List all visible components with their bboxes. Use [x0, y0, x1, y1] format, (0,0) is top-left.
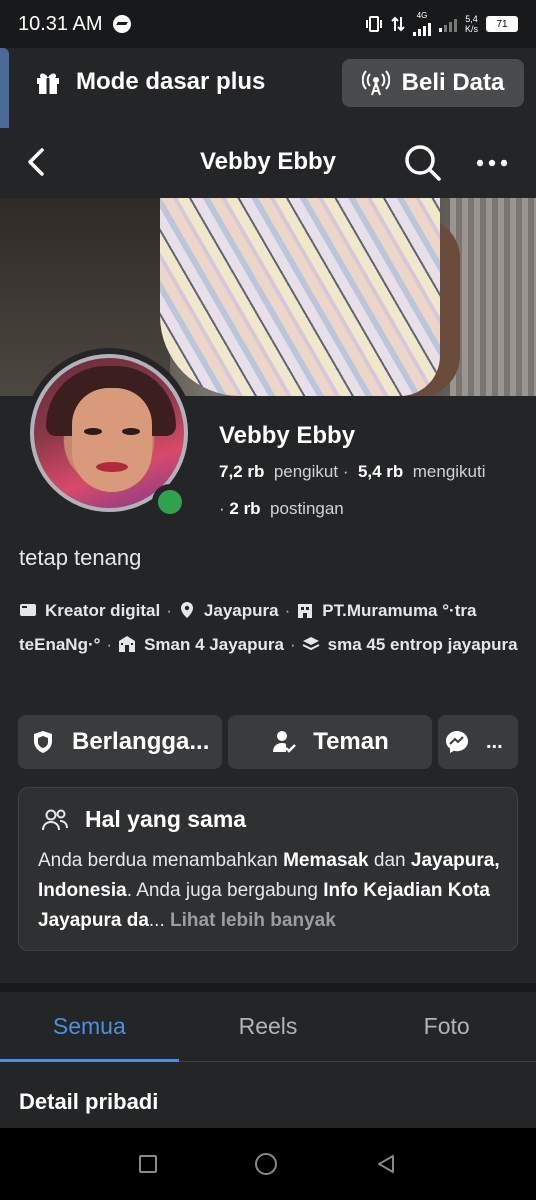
battery-icon: 71 [486, 16, 518, 32]
message-label: ... [486, 730, 503, 753]
mode-accent [0, 48, 9, 136]
cover-shirt [160, 198, 440, 396]
shield-icon [34, 731, 52, 753]
buy-data-label: Beli Data [401, 69, 505, 96]
following-count[interactable]: 5,4 rb [358, 462, 403, 481]
card-text: Anda berdua menambahkan [38, 850, 284, 871]
card-interest-1: Memasak [283, 850, 369, 871]
following-label[interactable]: mengikuti [413, 462, 486, 481]
detail-location[interactable]: Jayapura [204, 601, 279, 620]
subscribe-label: Berlangga... [72, 728, 210, 755]
mode-bar: Mode dasar plus Beli Data [0, 48, 536, 136]
mode-label: Mode dasar plus [76, 68, 266, 95]
avatar-lips [96, 462, 128, 472]
tab-photos[interactable]: Foto [357, 992, 536, 1061]
back-triangle-icon[interactable] [375, 1153, 397, 1175]
vibrate-icon [365, 16, 382, 32]
status-icons: 4G 5,4 K/s 71 [365, 12, 518, 36]
avatar-eye-right [122, 428, 140, 435]
page-title: Vebby Ebby [199, 148, 337, 175]
mode-indicator[interactable]: Mode dasar plus [34, 68, 265, 96]
card-text: dan [368, 850, 411, 871]
card-body: Anda berdua menambahkan Memasak dan Jaya… [38, 846, 508, 936]
workplace-icon [298, 604, 313, 618]
people-icon [42, 809, 68, 831]
card-text: . Anda juga bergabung [126, 880, 324, 901]
buy-data-button[interactable]: Beli Data [342, 59, 524, 107]
profile-header: Vebby Ebby [0, 128, 536, 198]
posts-stats: · 2 rb postingan [219, 499, 344, 518]
avatar-eye-left [84, 428, 102, 435]
data-transfer-icon [391, 16, 405, 32]
recent-apps-icon[interactable] [139, 1155, 157, 1173]
signal-2-icon [438, 16, 457, 32]
detail-education[interactable]: sma 45 entrop jayapura [328, 635, 518, 654]
education-layers-icon [302, 637, 320, 651]
message-button[interactable]: ... [438, 715, 518, 769]
creator-badge-icon [20, 604, 36, 616]
card-title: Hal yang sama [85, 806, 247, 832]
messenger-notification-icon [112, 15, 131, 33]
system-navigation-bar [0, 1128, 536, 1200]
follow-stats: 7,2 rb pengikut · 5,4 rb mengikuti [219, 462, 486, 481]
home-icon[interactable] [255, 1153, 277, 1175]
search-icon[interactable] [402, 142, 442, 182]
cover-wall [450, 198, 536, 396]
online-status-indicator [152, 484, 188, 520]
personal-details-title: Detail pribadi [19, 1089, 159, 1114]
detail-school[interactable]: Sman 4 Jayapura [144, 635, 284, 654]
friends-button[interactable]: Teman [228, 715, 432, 769]
broadcast-icon [361, 70, 390, 96]
friend-check-icon [273, 731, 297, 753]
net-speed-unit: K/s [464, 24, 478, 34]
section-divider [0, 983, 536, 992]
network-type: 4G [416, 11, 428, 20]
posts-label: postingan [270, 499, 344, 518]
profile-details: Kreator digital · Jayapura · PT.Muramuma °·t… [19, 601, 518, 654]
status-time: 10.31 AM [18, 12, 103, 35]
messenger-icon [446, 731, 468, 753]
tab-all[interactable]: Semua [0, 992, 179, 1062]
net-speed: 5,4 K/s [465, 14, 478, 34]
school-icon [119, 636, 136, 652]
see-more-link[interactable]: Lihat lebih banyak [170, 910, 336, 931]
detail-creator: Kreator digital [45, 601, 161, 620]
profile-tabs: Semua Reels Foto [0, 992, 536, 1062]
signal-1-icon [412, 20, 431, 36]
net-speed-value: 5,4 [465, 14, 478, 24]
subscribe-button[interactable]: Berlangga... [18, 715, 222, 769]
followers-count[interactable]: 7,2 rb [219, 462, 264, 481]
location-pin-icon [180, 602, 193, 618]
mutual-interests-card: Hal yang sama Anda berdua menambahkan Me… [18, 787, 518, 951]
profile-bio: tetap tenang [19, 545, 142, 570]
followers-label[interactable]: pengikut [274, 462, 338, 481]
card-text: ... [148, 910, 171, 931]
friends-label: Teman [313, 728, 389, 755]
profile-name: Vebby Ebby [219, 422, 356, 449]
gift-icon [37, 73, 59, 94]
avatar-face [72, 388, 152, 492]
tab-reels[interactable]: Reels [179, 992, 358, 1061]
posts-count: 2 rb [229, 499, 261, 518]
more-options-icon[interactable] [472, 148, 512, 178]
status-bar: 10.31 AM 4G 5,4 K/s 71 [0, 0, 536, 48]
